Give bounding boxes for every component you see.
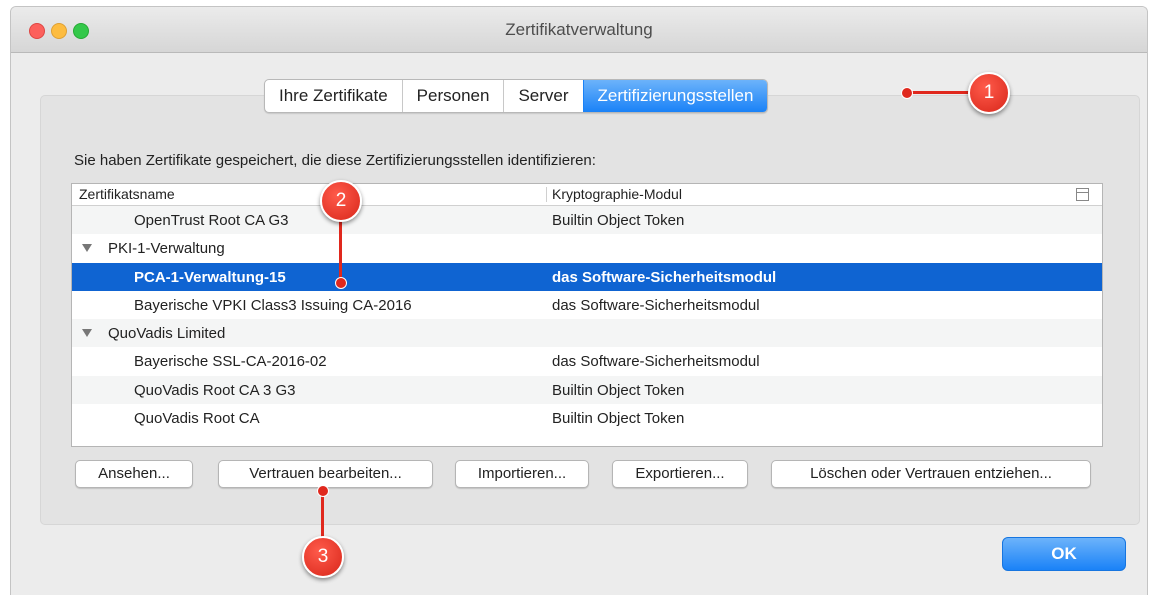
column-header-name[interactable]: Zertifikatsname	[79, 186, 175, 202]
table-row[interactable]: Bayerische SSL-CA-2016-02 das Software-S…	[72, 347, 1102, 375]
delete-or-distrust-button[interactable]: Löschen oder Vertrauen entziehen...	[771, 460, 1091, 488]
disclosure-triangle-icon[interactable]	[82, 244, 92, 253]
callout-dot	[317, 485, 329, 497]
cert-name: OpenTrust Root CA G3	[134, 212, 289, 229]
export-button[interactable]: Exportieren...	[612, 460, 748, 488]
cert-module: Builtin Object Token	[552, 381, 685, 399]
column-header-module[interactable]: Kryptographie-Modul	[552, 186, 682, 202]
callout-marker-3: 3	[302, 536, 344, 578]
edit-trust-button[interactable]: Vertrauen bearbeiten...	[218, 460, 433, 488]
callout-line	[339, 212, 342, 282]
tab-your-certificates[interactable]: Ihre Zertifikate	[265, 80, 402, 112]
table-row[interactable]: QuoVadis Root CA 3 G3 Builtin Object Tok…	[72, 375, 1102, 405]
callout-line	[321, 491, 324, 537]
table-row[interactable]: OpenTrust Root CA G3 Builtin Object Toke…	[72, 206, 1102, 235]
disclosure-triangle-icon[interactable]	[82, 329, 92, 338]
ok-button[interactable]: OK	[1002, 537, 1126, 571]
tab-bar: Ihre Zertifikate Personen Server Zertifi…	[264, 79, 769, 113]
cert-name: QuoVadis Root CA	[134, 410, 260, 428]
callout-dot	[901, 87, 913, 99]
table-row-selected[interactable]: PCA-1-Verwaltung-15 das Software-Sicherh…	[72, 262, 1102, 291]
view-button[interactable]: Ansehen...	[75, 460, 193, 488]
cert-module: das Software-Sicherheitsmodul	[552, 353, 760, 371]
cert-module: das Software-Sicherheitsmodul	[552, 268, 777, 286]
import-button[interactable]: Importieren...	[455, 460, 589, 488]
certificate-table[interactable]: Zertifikatsname Kryptographie-Modul Open…	[71, 183, 1103, 447]
column-picker-icon[interactable]	[1076, 188, 1089, 201]
group-name: PKI-1-Verwaltung	[108, 240, 225, 258]
intro-text: Sie haben Zertifikate gespeichert, die d…	[74, 152, 596, 169]
cert-module: Builtin Object Token	[552, 410, 685, 428]
title-bar: Zertifikatverwaltung	[11, 7, 1147, 53]
table-header: Zertifikatsname Kryptographie-Modul	[72, 184, 1102, 206]
callout-line	[907, 91, 971, 94]
cert-name: PCA-1-Verwaltung-15	[134, 268, 286, 286]
table-row[interactable]: QuoVadis Root CA Builtin Object Token	[72, 404, 1102, 432]
callout-dot	[335, 277, 347, 289]
cert-name: Bayerische SSL-CA-2016-02	[134, 353, 327, 371]
table-body: OpenTrust Root CA G3 Builtin Object Toke…	[72, 206, 1102, 432]
cert-module: Builtin Object Token	[552, 212, 685, 229]
callout-marker-2: 2	[320, 180, 362, 222]
table-group-row[interactable]: PKI-1-Verwaltung	[72, 234, 1102, 262]
tab-authorities[interactable]: Zertifizierungsstellen	[582, 80, 768, 112]
cert-module: das Software-Sicherheitsmodul	[552, 296, 760, 314]
table-row[interactable]: Bayerische VPKI Class3 Issuing CA-2016 d…	[72, 291, 1102, 319]
tab-servers[interactable]: Server	[503, 80, 582, 112]
tab-people[interactable]: Personen	[401, 80, 504, 112]
cert-name: QuoVadis Root CA 3 G3	[134, 381, 296, 399]
group-name: QuoVadis Limited	[108, 325, 226, 343]
cert-name: Bayerische VPKI Class3 Issuing CA-2016	[134, 296, 412, 314]
column-divider[interactable]	[546, 187, 547, 202]
callout-marker-1: 1	[968, 72, 1010, 114]
window-title: Zertifikatverwaltung	[505, 20, 653, 39]
table-group-row[interactable]: QuoVadis Limited	[72, 319, 1102, 348]
